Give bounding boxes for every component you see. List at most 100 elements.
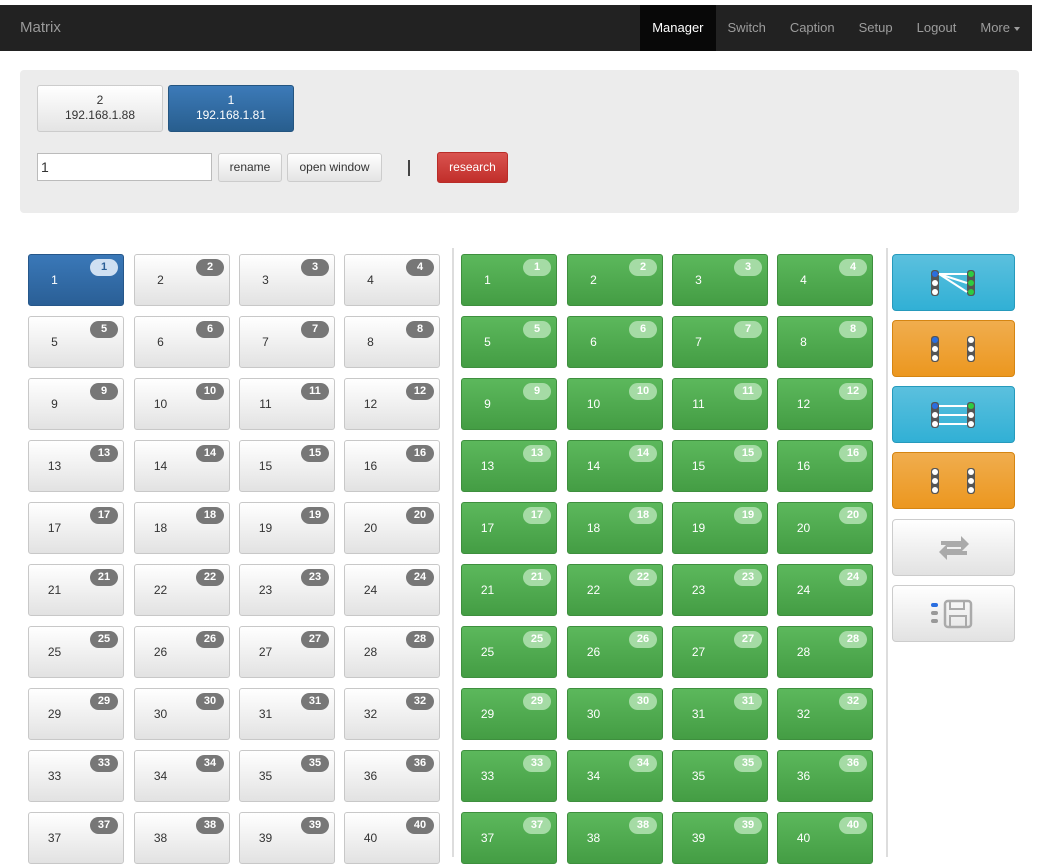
connect-tool-button[interactable]	[892, 254, 1015, 311]
output-button-12[interactable]: 12 12	[777, 378, 873, 430]
output-button-34[interactable]: 34 34	[567, 750, 663, 802]
input-button-19[interactable]: 19 19	[239, 502, 335, 554]
input-button-38[interactable]: 38 38	[134, 812, 230, 864]
output-button-37[interactable]: 37 37	[461, 812, 557, 864]
input-button-12[interactable]: 12 12	[344, 378, 440, 430]
input-button-36[interactable]: 36 36	[344, 750, 440, 802]
output-button-3[interactable]: 33	[672, 254, 768, 306]
nav-setup[interactable]: Setup	[847, 5, 905, 51]
output-button-30[interactable]: 30 30	[567, 688, 663, 740]
input-button-11[interactable]: 11 11	[239, 378, 335, 430]
refresh-tool-button[interactable]	[892, 519, 1015, 576]
nav-more[interactable]: More	[968, 5, 1032, 51]
output-button-15[interactable]: 15 15	[672, 440, 768, 492]
nav-switch[interactable]: Switch	[716, 5, 778, 51]
input-button-25[interactable]: 25 25	[28, 626, 124, 678]
output-button-19[interactable]: 19 19	[672, 502, 768, 554]
input-button-22[interactable]: 22 22	[134, 564, 230, 616]
output-button-17[interactable]: 17 17	[461, 502, 557, 554]
brand[interactable]: Matrix	[20, 19, 61, 36]
output-button-24[interactable]: 24 24	[777, 564, 873, 616]
input-button-3[interactable]: 33	[239, 254, 335, 306]
output-button-23[interactable]: 23 23	[672, 564, 768, 616]
input-button-35[interactable]: 35 35	[239, 750, 335, 802]
input-button-5[interactable]: 55	[28, 316, 124, 368]
connect-all-tool-button[interactable]	[892, 386, 1015, 443]
output-button-11[interactable]: 11 11	[672, 378, 768, 430]
input-button-21[interactable]: 21 21	[28, 564, 124, 616]
output-button-14[interactable]: 14 14	[567, 440, 663, 492]
input-button-31[interactable]: 31 31	[239, 688, 335, 740]
output-button-36[interactable]: 36 36	[777, 750, 873, 802]
output-button-27[interactable]: 27 27	[672, 626, 768, 678]
output-button-6[interactable]: 66	[567, 316, 663, 368]
output-button-18[interactable]: 18 18	[567, 502, 663, 554]
output-button-1[interactable]: 11	[461, 254, 557, 306]
input-button-40[interactable]: 40 40	[344, 812, 440, 864]
input-button-7[interactable]: 77	[239, 316, 335, 368]
input-button-29[interactable]: 29 29	[28, 688, 124, 740]
input-button-9[interactable]: 99	[28, 378, 124, 430]
output-button-31[interactable]: 31 31	[672, 688, 768, 740]
disconnect-all-tool-button[interactable]	[892, 452, 1015, 509]
input-button-6[interactable]: 66	[134, 316, 230, 368]
input-button-33[interactable]: 33 33	[28, 750, 124, 802]
input-button-1[interactable]: 11	[28, 254, 124, 306]
output-button-39[interactable]: 39 39	[672, 812, 768, 864]
input-button-39[interactable]: 39 39	[239, 812, 335, 864]
input-button-30[interactable]: 30 30	[134, 688, 230, 740]
input-button-2[interactable]: 22	[134, 254, 230, 306]
research-button[interactable]: research	[437, 152, 508, 183]
output-button-25[interactable]: 25 25	[461, 626, 557, 678]
device-button-2[interactable]: 2 192.168.1.88	[37, 85, 163, 132]
device-button-1[interactable]: 1 192.168.1.81	[168, 85, 294, 132]
input-button-4[interactable]: 44	[344, 254, 440, 306]
output-button-9[interactable]: 99	[461, 378, 557, 430]
output-button-10[interactable]: 10 10	[567, 378, 663, 430]
input-button-16[interactable]: 16 16	[344, 440, 440, 492]
nav-logout[interactable]: Logout	[905, 5, 969, 51]
input-button-26[interactable]: 26 26	[134, 626, 230, 678]
nav-caption[interactable]: Caption	[778, 5, 847, 51]
output-button-13[interactable]: 13 13	[461, 440, 557, 492]
output-button-40[interactable]: 40 40	[777, 812, 873, 864]
input-button-27[interactable]: 27 27	[239, 626, 335, 678]
output-button-16[interactable]: 16 16	[777, 440, 873, 492]
save-tool-button[interactable]	[892, 585, 1015, 642]
nav-manager[interactable]: Manager	[640, 5, 716, 51]
output-button-32[interactable]: 32 32	[777, 688, 873, 740]
output-button-2[interactable]: 22	[567, 254, 663, 306]
output-button-26[interactable]: 26 26	[567, 626, 663, 678]
input-button-8[interactable]: 88	[344, 316, 440, 368]
output-button-28[interactable]: 28 28	[777, 626, 873, 678]
input-button-32[interactable]: 32 32	[344, 688, 440, 740]
output-button-35[interactable]: 35 35	[672, 750, 768, 802]
input-button-28[interactable]: 28 28	[344, 626, 440, 678]
input-button-17[interactable]: 17 17	[28, 502, 124, 554]
input-button-23[interactable]: 23 23	[239, 564, 335, 616]
output-button-20[interactable]: 20 20	[777, 502, 873, 554]
input-button-37[interactable]: 37 37	[28, 812, 124, 864]
output-button-4[interactable]: 44	[777, 254, 873, 306]
disconnect-tool-button[interactable]	[892, 320, 1015, 377]
output-button-21[interactable]: 21 21	[461, 564, 557, 616]
input-button-10[interactable]: 10 10	[134, 378, 230, 430]
device-name-input[interactable]: 1	[37, 153, 212, 181]
input-button-20[interactable]: 20 20	[344, 502, 440, 554]
input-button-34[interactable]: 34 34	[134, 750, 230, 802]
output-button-33[interactable]: 33 33	[461, 750, 557, 802]
input-button-13[interactable]: 13 13	[28, 440, 124, 492]
output-button-8[interactable]: 88	[777, 316, 873, 368]
output-button-5[interactable]: 55	[461, 316, 557, 368]
rename-button[interactable]: rename	[218, 153, 282, 182]
output-button-29[interactable]: 29 29	[461, 688, 557, 740]
output-button-38[interactable]: 38 38	[567, 812, 663, 864]
input-button-18[interactable]: 18 18	[134, 502, 230, 554]
input-button-15[interactable]: 15 15	[239, 440, 335, 492]
output-button-22[interactable]: 22 22	[567, 564, 663, 616]
input-button-14[interactable]: 14 14	[134, 440, 230, 492]
open-window-button[interactable]: open window	[287, 153, 382, 182]
input-button-24[interactable]: 24 24	[344, 564, 440, 616]
output-button-7[interactable]: 77	[672, 316, 768, 368]
input-badge: 24	[406, 569, 434, 586]
